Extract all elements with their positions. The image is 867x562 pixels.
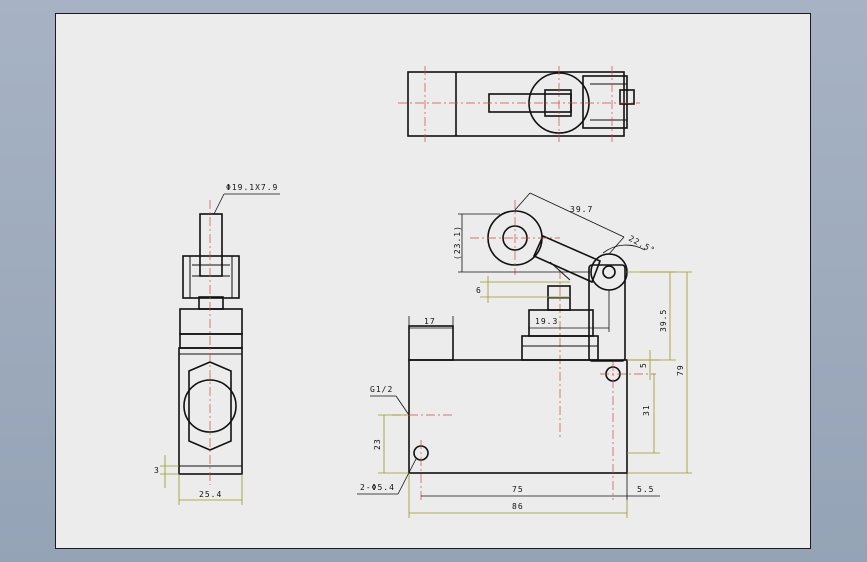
dim-19-3-label: 19.3: [535, 317, 558, 326]
dim-31-label: 31: [642, 404, 651, 416]
side-view: Φ19.1X7.9 25.4 3: [154, 183, 280, 505]
top-view-body-outline: [407, 71, 625, 137]
dim-6-label: 6: [476, 286, 482, 295]
technical-drawing: Φ19.1X7.9 25.4 3 39.7 (23.1) 22.5° 6 17 …: [154, 66, 692, 518]
dim-22-5-label: 22.5°: [627, 234, 657, 256]
dim-5-label: 5: [639, 362, 648, 368]
dim-23-label: 23: [373, 438, 382, 450]
roller-spec-label: Φ19.1X7.9: [226, 183, 278, 192]
dim-86-label: 86: [512, 502, 524, 511]
dim-75-label: 75: [512, 485, 524, 494]
front-view-lever-bracket: [588, 264, 626, 362]
dim-25-4-label: 25.4: [199, 490, 222, 499]
front-view-lever-arm: [532, 234, 602, 284]
front-view-conduit-boss: [408, 325, 454, 361]
front-view-body: [408, 359, 628, 474]
side-view-roller: [199, 213, 223, 277]
dim-39-5-label: 39.5: [659, 309, 668, 332]
front-view-pivot-inner: [602, 265, 616, 279]
top-view: [398, 66, 640, 142]
front-view: 39.7 (23.1) 22.5° 6 17 19.3 39.5 79 5 31…: [357, 192, 692, 518]
hole-spec-label: 2-Φ5.4: [360, 483, 395, 492]
dim-line-39-7: [529, 192, 625, 238]
dim-3-label: 3: [154, 466, 160, 475]
dim-79-label: 79: [676, 364, 685, 376]
side-view-flange: [179, 333, 243, 349]
dim-39-7-label: 39.7: [570, 205, 593, 214]
thread-label: G1/2: [370, 385, 393, 394]
dim-23-1-label: (23.1): [453, 225, 462, 260]
cad-viewport[interactable]: Φ19.1X7.9 25.4 3 39.7 (23.1) 22.5° 6 17 …: [0, 0, 867, 562]
dim-5-5-label: 5.5: [637, 485, 654, 494]
dim-17-label: 17: [424, 317, 436, 326]
side-view-head-base: [179, 308, 243, 335]
side-view-lever-bracket: [182, 255, 240, 299]
